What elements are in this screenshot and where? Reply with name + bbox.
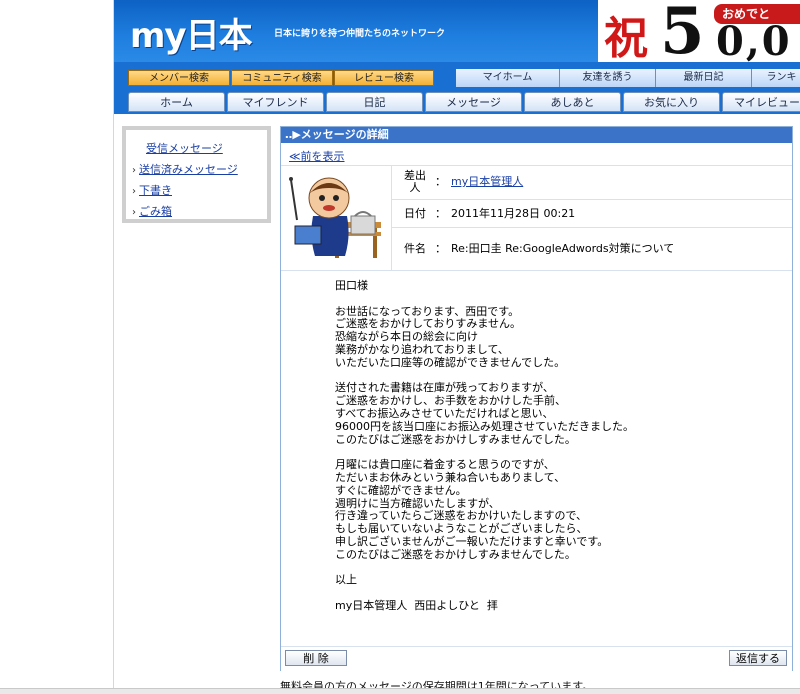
message-body: 田口様 お世話になっております、西田です。 ご迷惑をおかけしておりすみません。 恐縮な… bbox=[335, 279, 634, 613]
banner-iwai: 祝 bbox=[604, 13, 648, 62]
date-label: 日付 bbox=[404, 207, 426, 220]
tab-community-search[interactable]: コミュニティ検索 bbox=[231, 70, 333, 86]
message-body-line: my日本管理人 西田よしひと 拝 bbox=[335, 598, 498, 612]
message-body-line: いただいた口座等の確認ができませんでした。 bbox=[335, 355, 566, 369]
banner-number: 5 bbox=[660, 0, 705, 62]
message-body-line: 以上 bbox=[335, 573, 357, 587]
tab-ranking[interactable]: ランキ bbox=[752, 69, 800, 87]
panel-title: ‥▶メッセージの詳細 bbox=[281, 127, 792, 143]
message-detail-panel: ‥▶メッセージの詳細 ≪前を表示 差出人 ： my日本管理人 日付 ： 2011… bbox=[280, 126, 793, 671]
site-logo[interactable]: my日本 bbox=[130, 8, 253, 57]
prev-link[interactable]: ≪前を表示 bbox=[289, 148, 345, 164]
sender-avatar bbox=[285, 170, 383, 266]
tab-my-home[interactable]: マイホーム bbox=[456, 69, 560, 87]
subject-value: Re:田口圭 Re:GoogleAdwords対策について bbox=[451, 242, 675, 255]
message-body-line bbox=[335, 293, 634, 306]
tab-my-review[interactable]: マイレビュー bbox=[722, 92, 800, 112]
sidebar-item-sent[interactable]: › 送信済みメッセージ bbox=[132, 161, 238, 177]
sidebar-item-drafts[interactable]: › 下書き bbox=[132, 182, 172, 198]
site-header: my日本 日本に誇りを持つ仲間たちのネットワーク 祝 5 0,0 おめでと bbox=[114, 0, 800, 62]
tab-my-friends[interactable]: マイフレンド bbox=[227, 92, 324, 112]
anniversary-banner[interactable]: 祝 5 0,0 おめでと bbox=[598, 0, 800, 62]
message-body-line bbox=[335, 587, 634, 600]
from-label: 差出人 bbox=[404, 169, 426, 194]
message-body-line bbox=[335, 562, 634, 575]
message-body-line: ただいまお休みという兼ね合いもありまして、 bbox=[335, 470, 566, 484]
tab-message[interactable]: メッセージ bbox=[425, 92, 522, 112]
message-body-line: 業務がかなり追われておりまして、 bbox=[335, 342, 509, 356]
from-row: 差出人： my日本管理人 bbox=[391, 166, 792, 200]
message-body-line: このたびはご迷惑をおかけしすみませんでした。 bbox=[335, 547, 576, 561]
message-header-info: 差出人： my日本管理人 日付： 2011年11月28日 00:21 件名： Re:田… bbox=[281, 165, 792, 271]
tab-favorites[interactable]: お気に入り bbox=[623, 92, 720, 112]
subject-label: 件名 bbox=[404, 242, 426, 255]
date-value: 2011年11月28日 00:21 bbox=[451, 207, 576, 220]
subject-row: 件名： Re:田口圭 Re:GoogleAdwords対策について bbox=[391, 228, 792, 270]
from-value-link[interactable]: my日本管理人 bbox=[451, 175, 523, 188]
message-body-line: 田口様 bbox=[335, 279, 368, 292]
message-body-line: 96000円を該当口座にお振込み処理させていただきました。 bbox=[335, 419, 634, 433]
site-tagline: 日本に誇りを持つ仲間たちのネットワーク bbox=[274, 29, 446, 39]
tab-home[interactable]: ホーム bbox=[128, 92, 225, 112]
message-sidebar: 受信メッセージ › 送信済みメッセージ › 下書き › ごみ箱 bbox=[122, 126, 271, 223]
message-body-line: 申し訳ございませんがご一報いただけますと幸いです。 bbox=[335, 534, 609, 548]
reply-button[interactable]: 返信する bbox=[729, 650, 787, 666]
horizontal-scrollbar[interactable] bbox=[0, 688, 800, 694]
sidebar-item-trash[interactable]: › ごみ箱 bbox=[132, 203, 172, 219]
message-body-line: このたびはご迷惑をおかけしすみませんでした。 bbox=[335, 432, 576, 446]
top-nav: メンバー検索 コミュニティ検索 レビュー検索 マイホーム 友達を誘う 最新日記 … bbox=[114, 62, 800, 88]
message-body-line: すべてお振込みさせていただければと思い、 bbox=[335, 406, 554, 420]
left-margin bbox=[0, 0, 114, 693]
tab-latest-diary[interactable]: 最新日記 bbox=[656, 69, 752, 87]
sidebar-item-inbox[interactable]: 受信メッセージ bbox=[146, 140, 223, 156]
date-row: 日付： 2011年11月28日 00:21 bbox=[391, 200, 792, 228]
page: my日本 日本に誇りを持つ仲間たちのネットワーク 祝 5 0,0 おめでと メン… bbox=[114, 0, 800, 693]
delete-button[interactable]: 削 除 bbox=[285, 650, 347, 666]
message-actions: 削 除 返信する bbox=[281, 646, 792, 671]
tab-member-search[interactable]: メンバー検索 bbox=[128, 70, 230, 86]
message-body-line: すぐに確認ができません。 bbox=[335, 483, 467, 497]
tab-diary[interactable]: 日記 bbox=[326, 92, 423, 112]
tab-footprints[interactable]: あしあと bbox=[524, 92, 621, 112]
banner-omedeto: おめでと bbox=[714, 4, 800, 24]
banner-number-tail: 0,0 bbox=[716, 18, 792, 62]
tab-review-search[interactable]: レビュー検索 bbox=[334, 70, 434, 86]
main-nav: ホーム マイフレンド 日記 メッセージ あしあと お気に入り マイレビュー bbox=[114, 88, 800, 114]
tab-invite-friends[interactable]: 友達を誘う bbox=[560, 69, 656, 87]
